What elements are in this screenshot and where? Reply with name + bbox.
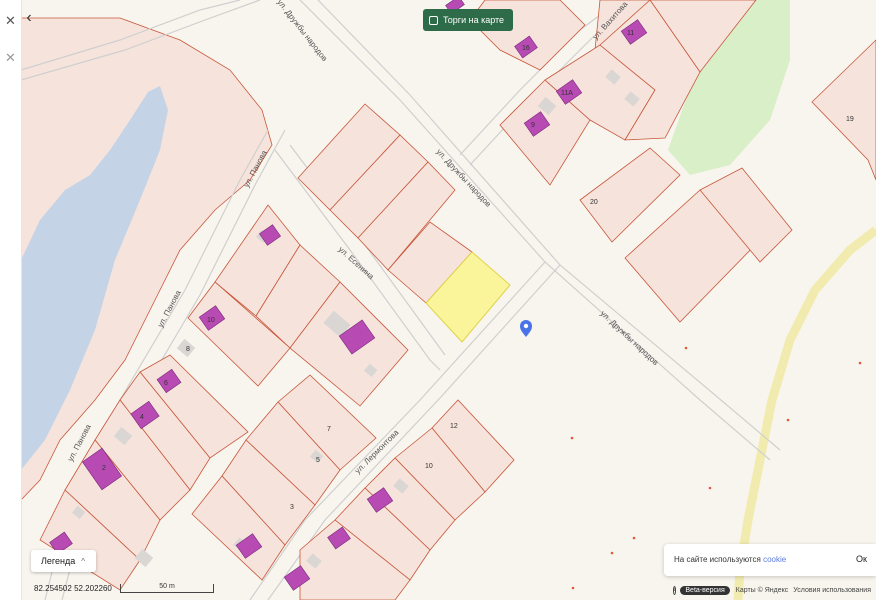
torgi-toggle-button[interactable]: Торги на карте (423, 9, 513, 31)
house-number: 10 (425, 463, 433, 470)
close-icon[interactable]: ✕ (0, 47, 21, 69)
collapse-panel-icon[interactable]: ‹ (21, 8, 37, 28)
house-number: 12 (450, 423, 458, 430)
house-number: 16 (522, 45, 530, 52)
copyright[interactable]: Карты © Яндекс (736, 587, 789, 594)
torgi-label: Торги на карте (443, 15, 505, 25)
cookie-text-wrap: На сайте используются cookie (674, 555, 786, 564)
legend-button[interactable]: Легенда ^ (31, 550, 96, 572)
house-number: 5 (316, 457, 320, 464)
legend-label: Легенда (41, 556, 76, 566)
house-number: 10 (207, 317, 215, 324)
coordinates-readout: 82.254502 52.202260 (34, 584, 112, 593)
house-number: 7 (327, 426, 331, 433)
house-number: 3 (290, 504, 294, 511)
terms-link[interactable]: Условия использования (793, 587, 871, 594)
house-number: 8 (186, 346, 190, 353)
map-footer: i Beta-версия Карты © Яндекс Условия исп… (670, 583, 876, 597)
cookie-text: На сайте используются (674, 555, 761, 564)
house-number: 9 (531, 122, 535, 129)
checkbox-icon[interactable] (429, 15, 438, 25)
house-number: 4 (140, 414, 144, 421)
scale-label: 50 m (159, 583, 175, 590)
house-number: 11 (627, 30, 634, 37)
latitude: 52.202260 (74, 584, 112, 593)
chevron-up-icon: ^ (81, 556, 85, 566)
cookie-banner: На сайте используются cookie Ок (664, 544, 876, 576)
cookie-ok-button[interactable]: Ок (856, 554, 867, 564)
house-number: 20 (590, 199, 598, 206)
longitude: 82.254502 (34, 584, 72, 593)
house-number: 2 (102, 465, 106, 472)
house-number: 11А (561, 90, 573, 97)
house-number: 6 (164, 380, 168, 387)
beta-badge: Beta-версия (680, 585, 730, 595)
info-icon[interactable]: i (673, 585, 677, 595)
close-icon[interactable]: ✕ (0, 10, 21, 32)
scale-bar: 50 m (120, 583, 214, 593)
left-sidebar: ✕ ✕ (0, 0, 22, 600)
house-number: 19 (846, 116, 854, 123)
cadastral-map[interactable]: ул. Дружбы народов ул. Дружбы народов ул… (0, 0, 876, 600)
cookie-link[interactable]: cookie (763, 555, 786, 564)
